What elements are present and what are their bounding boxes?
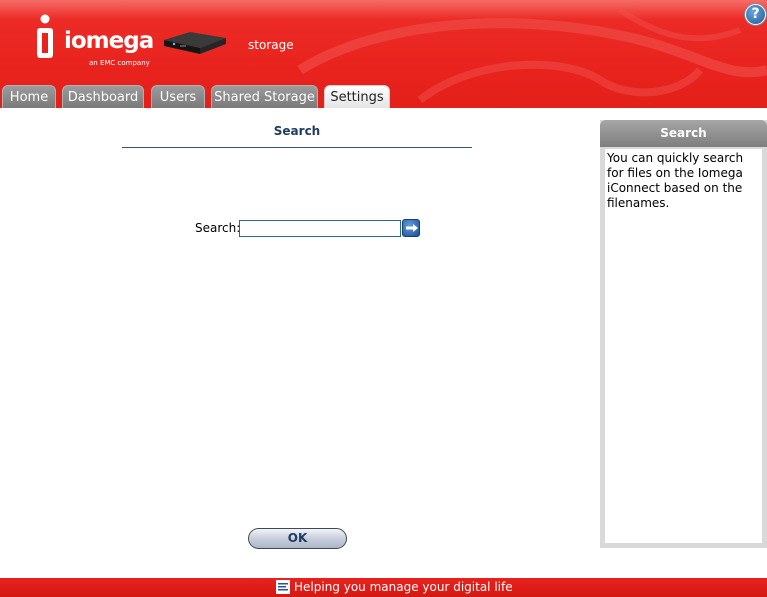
iomega-logo-mark-icon: [37, 14, 53, 58]
search-input[interactable]: [239, 220, 401, 237]
page-title: Search: [273, 124, 321, 138]
brand-name: iomega: [64, 28, 154, 54]
title-divider: [122, 147, 472, 148]
footer-slogan: Helping you manage your digital life: [294, 580, 513, 594]
help-icon[interactable]: ?: [745, 4, 766, 25]
storage-device-icon: [164, 32, 226, 54]
help-panel-title: Search: [600, 120, 767, 147]
tab-users[interactable]: Users: [151, 85, 205, 108]
tab-dashboard[interactable]: Dashboard: [62, 85, 144, 108]
search-go-button[interactable]: [402, 219, 420, 237]
help-panel: Search You can quickly search for files …: [600, 120, 767, 548]
tab-settings[interactable]: Settings: [324, 85, 390, 108]
iomega-logo: iomega an EMC company: [34, 14, 154, 70]
tab-home[interactable]: Home: [2, 85, 56, 108]
search-label: Search:: [195, 221, 241, 235]
arrow-right-icon: [406, 224, 418, 232]
tab-shared-storage[interactable]: Shared Storage: [211, 85, 318, 108]
ok-button[interactable]: OK: [248, 528, 347, 549]
app-footer: Helping you manage your digital life: [0, 578, 767, 597]
product-label: storage: [248, 38, 294, 52]
app-header: iomega an EMC company storage ? Home Das…: [0, 0, 767, 108]
menu-lines-icon: [276, 580, 290, 594]
help-panel-text: You can quickly search for files on the …: [605, 149, 762, 543]
brand-tagline: an EMC company: [89, 59, 150, 67]
